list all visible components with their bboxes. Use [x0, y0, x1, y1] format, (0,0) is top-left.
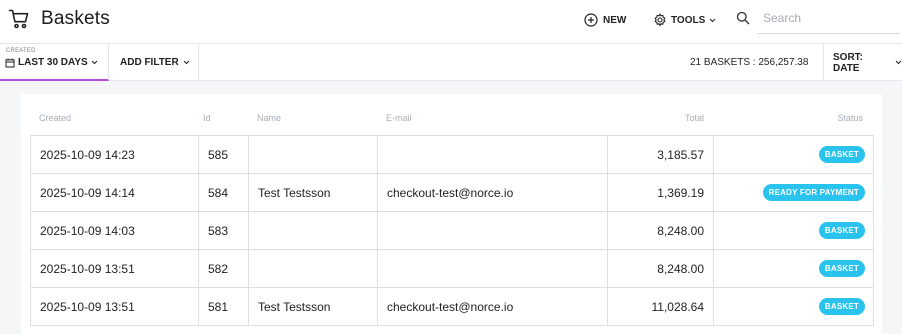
table-row[interactable]: 2025-10-09 14:03 583 8,248.00 BASKET: [30, 211, 874, 250]
chevron-down-icon: [895, 60, 902, 65]
cell-name: Test Testsson: [248, 173, 378, 212]
cell-status: BASKET: [713, 135, 874, 174]
cell-created: 2025-10-09 13:51: [30, 249, 199, 288]
chevron-down-icon: [91, 60, 98, 65]
cell-id: 585: [198, 135, 249, 174]
search-underline: [757, 33, 900, 34]
cell-created: 2025-10-09 14:03: [30, 211, 199, 250]
cell-total: 1,369.19: [607, 173, 714, 212]
cart-icon: [8, 8, 30, 30]
status-badge: BASKET: [818, 298, 865, 315]
search-icon[interactable]: [736, 11, 750, 25]
column-header-created[interactable]: Created: [39, 113, 71, 123]
column-header-total[interactable]: Total: [685, 113, 704, 123]
calendar-icon: [5, 58, 15, 68]
add-filter-label: ADD FILTER: [120, 57, 179, 68]
search-input[interactable]: [757, 8, 892, 28]
chevron-down-icon: [183, 60, 190, 65]
column-header-id[interactable]: Id: [203, 113, 211, 123]
cell-created: 2025-10-09 13:51: [30, 287, 199, 326]
table-row[interactable]: 2025-10-09 13:51 581 Test Testsson check…: [30, 287, 874, 326]
status-badge: BASKET: [818, 146, 865, 163]
cell-created: 2025-10-09 14:14: [30, 173, 199, 212]
tools-button[interactable]: TOOLS: [653, 11, 716, 29]
created-filter-label: CREATED: [6, 48, 36, 54]
cell-id: 584: [198, 173, 249, 212]
cell-id: 582: [198, 249, 249, 288]
cell-email: checkout-test@norce.io: [377, 287, 608, 326]
chevron-down-icon: [709, 18, 716, 23]
page-title: Baskets: [41, 8, 110, 29]
created-filter-value: LAST 30 DAYS: [5, 57, 98, 68]
top-bar: Baskets NEW TOOLS: [0, 0, 902, 44]
new-button[interactable]: NEW: [584, 11, 626, 29]
created-filter-text: LAST 30 DAYS: [18, 57, 88, 68]
filter-bar: CREATED LAST 30 DAYS ADD FILTER 21 BASKE…: [0, 44, 902, 81]
table-row[interactable]: 2025-10-09 13:51 582 8,248.00 BASKET: [30, 249, 874, 288]
cell-id: 583: [198, 211, 249, 250]
table-header: Created Id Name E-mail Total Status: [21, 94, 882, 135]
cell-status: BASKET: [713, 287, 874, 326]
cell-total: 8,248.00: [607, 211, 714, 250]
cell-created: 2025-10-09 14:23: [30, 135, 199, 174]
add-filter-button[interactable]: ADD FILTER: [110, 44, 199, 81]
created-filter[interactable]: CREATED LAST 30 DAYS: [0, 44, 109, 81]
status-badge: BASKET: [818, 222, 865, 239]
cell-email: [377, 249, 608, 288]
cell-total: 8,248.00: [607, 249, 714, 288]
cell-name: [248, 211, 378, 250]
cell-total: 3,185.57: [607, 135, 714, 174]
sort-label: SORT: DATE: [833, 51, 863, 74]
column-header-status[interactable]: Status: [837, 113, 863, 123]
cell-email: [377, 135, 608, 174]
new-button-label: NEW: [603, 14, 627, 26]
cell-total: 11,028.64: [607, 287, 714, 326]
column-header-name[interactable]: Name: [257, 113, 281, 123]
cell-status: BASKET: [713, 249, 874, 288]
gear-icon: [653, 13, 667, 27]
cell-name: Test Testsson: [248, 287, 378, 326]
cell-email: checkout-test@norce.io: [377, 173, 608, 212]
cell-email: [377, 211, 608, 250]
tools-button-label: TOOLS: [671, 14, 706, 26]
table-row[interactable]: 2025-10-09 14:23 585 3,185.57 BASKET: [30, 135, 874, 174]
baskets-table: 2025-10-09 14:23 585 3,185.57 BASKET 202…: [30, 135, 874, 326]
table-row[interactable]: 2025-10-09 14:14 584 Test Testsson check…: [30, 173, 874, 212]
cell-id: 581: [198, 287, 249, 326]
column-header-email[interactable]: E-mail: [386, 113, 412, 123]
status-badge: READY FOR PAYMENT: [762, 184, 865, 201]
sort-button[interactable]: SORT: DATE: [823, 44, 902, 81]
plus-circle-icon: [584, 13, 598, 27]
cell-name: [248, 249, 378, 288]
cell-status: READY FOR PAYMENT: [713, 173, 874, 212]
basket-summary: 21 BASKETS : 256,257.38: [690, 57, 809, 68]
status-badge: BASKET: [818, 260, 865, 277]
cell-name: [248, 135, 378, 174]
baskets-table-card: Created Id Name E-mail Total Status 2025…: [21, 94, 882, 334]
cell-status: BASKET: [713, 211, 874, 250]
